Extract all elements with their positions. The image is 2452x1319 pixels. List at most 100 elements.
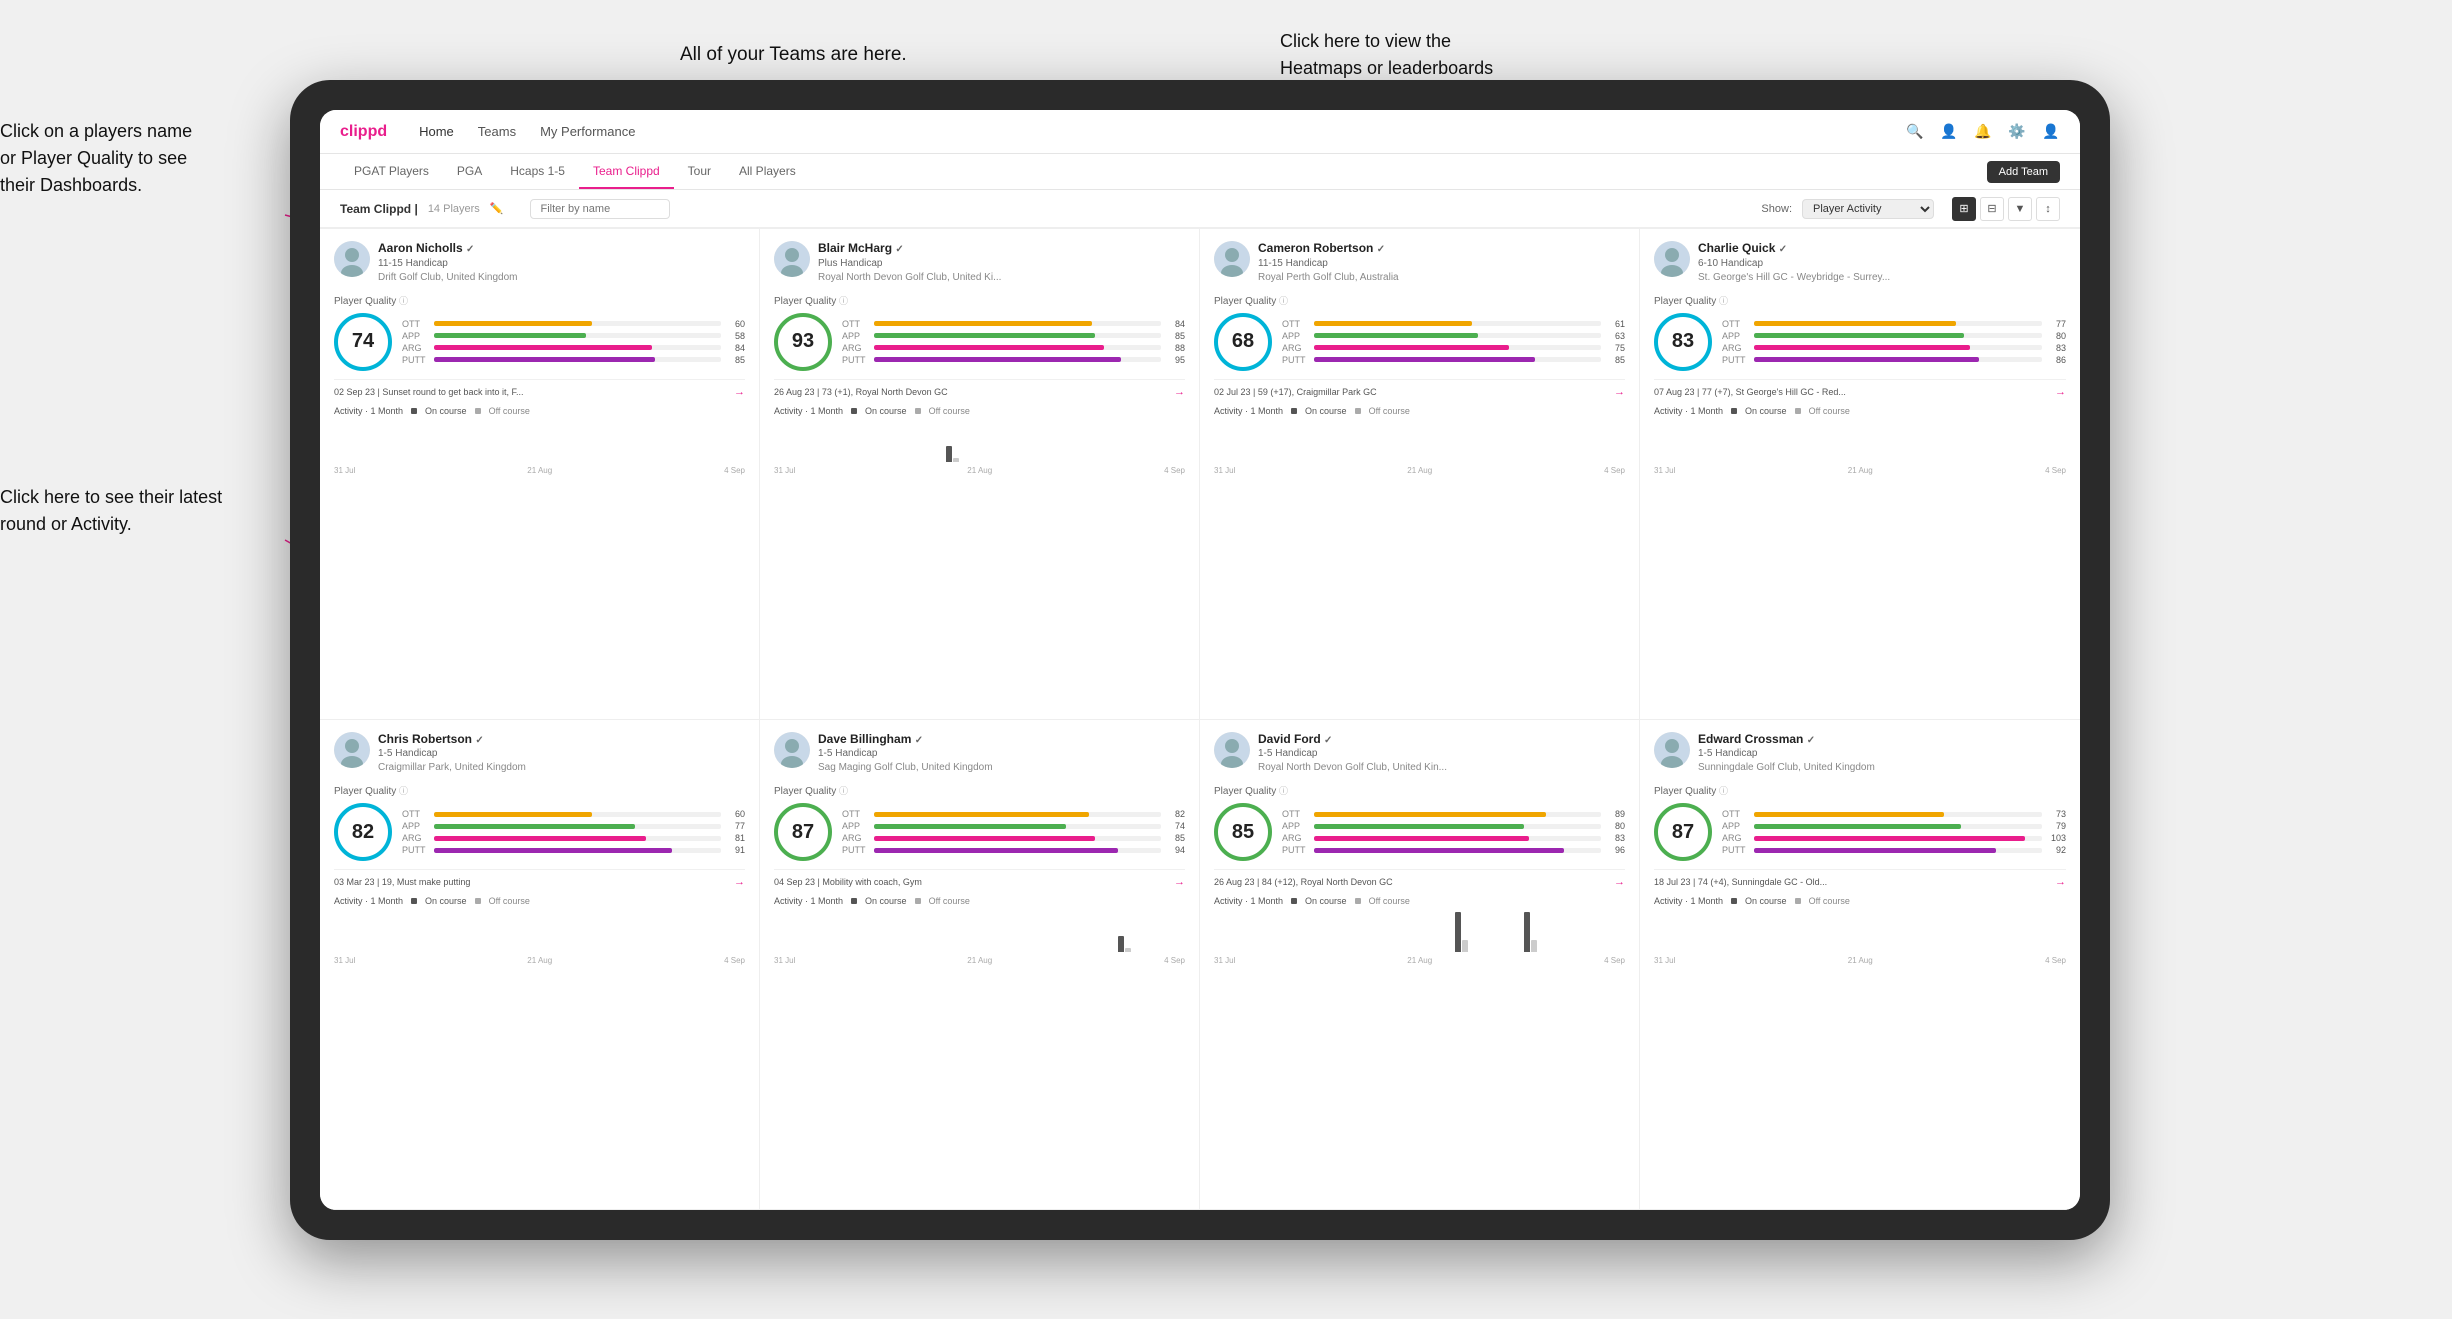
search-icon[interactable]: 🔍 bbox=[1906, 123, 1924, 141]
round-text: 18 Jul 23 | 74 (+4), Sunningdale GC - Ol… bbox=[1654, 877, 1827, 887]
quality-label: Player Quality ⓘ bbox=[1654, 294, 2066, 307]
arg-bar-container bbox=[874, 345, 1161, 350]
player-name[interactable]: Blair McHarg ✓ bbox=[818, 241, 1185, 257]
round-arrow-icon[interactable]: → bbox=[734, 386, 745, 398]
stat-row-arg: ARG 75 bbox=[1282, 343, 1625, 353]
show-select[interactable]: Player Activity Quality Score Trend bbox=[1802, 199, 1934, 219]
activity-label: Activity · 1 Month bbox=[1214, 896, 1283, 906]
player-card[interactable]: Chris Robertson ✓ 1-5 Handicap Craigmill… bbox=[320, 720, 760, 1211]
add-team-button[interactable]: Add Team bbox=[1987, 161, 2060, 183]
latest-round[interactable]: 02 Jul 23 | 59 (+17), Craigmillar Park G… bbox=[1214, 379, 1625, 398]
nav-icons: 🔍 👤 🔔 ⚙️ 👤 bbox=[1906, 123, 2060, 141]
player-name[interactable]: Cameron Robertson ✓ bbox=[1258, 241, 1625, 257]
quality-circle[interactable]: 87 bbox=[1654, 803, 1712, 861]
putt-bar-container bbox=[434, 357, 721, 362]
nav-home[interactable]: Home bbox=[419, 124, 454, 139]
latest-round[interactable]: 03 Mar 23 | 19, Must make putting → bbox=[334, 869, 745, 888]
edit-icon[interactable]: ✏️ bbox=[490, 202, 504, 215]
player-header: Chris Robertson ✓ 1-5 Handicap Craigmill… bbox=[334, 732, 745, 775]
on-course-dot bbox=[1291, 408, 1297, 414]
nav-performance[interactable]: My Performance bbox=[540, 124, 635, 139]
tab-all-players[interactable]: All Players bbox=[725, 154, 810, 189]
player-name[interactable]: Aaron Nicholls ✓ bbox=[378, 241, 745, 257]
player-card[interactable]: Edward Crossman ✓ 1-5 Handicap Sunningda… bbox=[1640, 720, 2080, 1211]
round-arrow-icon[interactable]: → bbox=[1174, 386, 1185, 398]
list-view-button[interactable]: ⊟ bbox=[1980, 197, 2004, 221]
quality-section[interactable]: 93 OTT 84 APP 85 ARG bbox=[774, 313, 1185, 371]
quality-circle[interactable]: 74 bbox=[334, 313, 392, 371]
quality-circle[interactable]: 83 bbox=[1654, 313, 1712, 371]
profile-icon[interactable]: 👤 bbox=[1940, 123, 1958, 141]
player-name[interactable]: Dave Billingham ✓ bbox=[818, 732, 1185, 748]
latest-round[interactable]: 07 Aug 23 | 77 (+7), St George's Hill GC… bbox=[1654, 379, 2066, 398]
round-arrow-icon[interactable]: → bbox=[2055, 876, 2066, 888]
latest-round[interactable]: 02 Sep 23 | Sunset round to get back int… bbox=[334, 379, 745, 398]
quality-circle[interactable]: 85 bbox=[1214, 803, 1272, 861]
quality-circle[interactable]: 87 bbox=[774, 803, 832, 861]
player-name[interactable]: Charlie Quick ✓ bbox=[1698, 241, 2066, 257]
quality-circle[interactable]: 68 bbox=[1214, 313, 1272, 371]
nav-logo: clippd bbox=[340, 123, 387, 141]
filter-input[interactable] bbox=[530, 199, 670, 219]
grid-view-button[interactable]: ⊞ bbox=[1952, 197, 1976, 221]
annotation-teams: All of your Teams are here. bbox=[680, 42, 907, 69]
round-arrow-icon[interactable]: → bbox=[1614, 386, 1625, 398]
player-card[interactable]: Aaron Nicholls ✓ 11-15 Handicap Drift Go… bbox=[320, 229, 760, 720]
player-name[interactable]: Edward Crossman ✓ bbox=[1698, 732, 2066, 748]
player-name[interactable]: Chris Robertson ✓ bbox=[378, 732, 745, 748]
chart-dates: 31 Jul 21 Aug 4 Sep bbox=[334, 466, 745, 475]
quality-section[interactable]: 74 OTT 60 APP 58 ARG bbox=[334, 313, 745, 371]
quality-circle[interactable]: 82 bbox=[334, 803, 392, 861]
avatar-icon[interactable]: 👤 bbox=[2042, 123, 2060, 141]
quality-section[interactable]: 87 OTT 73 APP 79 ARG bbox=[1654, 803, 2066, 861]
chart-bars bbox=[334, 420, 745, 464]
arg-value: 83 bbox=[2046, 343, 2066, 353]
tab-pgat[interactable]: PGAT Players bbox=[340, 154, 443, 189]
on-course-dot bbox=[851, 408, 857, 414]
round-arrow-icon[interactable]: → bbox=[734, 876, 745, 888]
quality-label: Player Quality ⓘ bbox=[774, 294, 1185, 307]
player-card[interactable]: Dave Billingham ✓ 1-5 Handicap Sag Magin… bbox=[760, 720, 1200, 1211]
nav-teams[interactable]: Teams bbox=[478, 124, 516, 139]
bell-icon[interactable]: 🔔 bbox=[1974, 123, 1992, 141]
quality-section[interactable]: 87 OTT 82 APP 74 ARG bbox=[774, 803, 1185, 861]
quality-circle[interactable]: 93 bbox=[774, 313, 832, 371]
chart-bars bbox=[774, 910, 1185, 954]
latest-round[interactable]: 26 Aug 23 | 73 (+1), Royal North Devon G… bbox=[774, 379, 1185, 398]
quality-section[interactable]: 82 OTT 60 APP 77 ARG bbox=[334, 803, 745, 861]
ott-label: OTT bbox=[1722, 809, 1750, 819]
ott-bar bbox=[1754, 321, 1956, 326]
settings-icon[interactable]: ⚙️ bbox=[2008, 123, 2026, 141]
quality-section[interactable]: 85 OTT 89 APP 80 ARG bbox=[1214, 803, 1625, 861]
round-arrow-icon[interactable]: → bbox=[1614, 876, 1625, 888]
latest-round[interactable]: 18 Jul 23 | 74 (+4), Sunningdale GC - Ol… bbox=[1654, 869, 2066, 888]
quality-label: Player Quality ⓘ bbox=[1654, 784, 2066, 797]
tab-pga[interactable]: PGA bbox=[443, 154, 496, 189]
arg-label: ARG bbox=[1282, 833, 1310, 843]
app-value: 63 bbox=[1605, 331, 1625, 341]
tab-tour[interactable]: Tour bbox=[674, 154, 725, 189]
round-arrow-icon[interactable]: → bbox=[2055, 386, 2066, 398]
player-handicap: 1-5 Handicap bbox=[818, 747, 1185, 761]
quality-section[interactable]: 83 OTT 77 APP 80 ARG bbox=[1654, 313, 2066, 371]
player-card[interactable]: Charlie Quick ✓ 6-10 Handicap St. George… bbox=[1640, 229, 2080, 720]
latest-round[interactable]: 26 Aug 23 | 84 (+12), Royal North Devon … bbox=[1214, 869, 1625, 888]
quality-section[interactable]: 68 OTT 61 APP 63 ARG bbox=[1214, 313, 1625, 371]
player-card[interactable]: Blair McHarg ✓ Plus Handicap Royal North… bbox=[760, 229, 1200, 720]
round-arrow-icon[interactable]: → bbox=[1174, 876, 1185, 888]
filter-button[interactable]: ▼ bbox=[2008, 197, 2032, 221]
tab-team-clippd[interactable]: Team Clippd bbox=[579, 154, 674, 189]
player-card[interactable]: David Ford ✓ 1-5 Handicap Royal North De… bbox=[1200, 720, 1640, 1211]
chart-dates: 31 Jul 21 Aug 4 Sep bbox=[1654, 466, 2066, 475]
tab-hcaps[interactable]: Hcaps 1-5 bbox=[496, 154, 579, 189]
activity-label: Activity · 1 Month bbox=[774, 406, 843, 416]
sort-button[interactable]: ↕ bbox=[2036, 197, 2060, 221]
player-handicap: 1-5 Handicap bbox=[1258, 747, 1625, 761]
player-name[interactable]: David Ford ✓ bbox=[1258, 732, 1625, 748]
activity-label: Activity · 1 Month bbox=[1654, 406, 1723, 416]
bar-group bbox=[946, 446, 978, 462]
player-club: Royal North Devon Golf Club, United Ki..… bbox=[818, 271, 1185, 284]
latest-round[interactable]: 04 Sep 23 | Mobility with coach, Gym → bbox=[774, 869, 1185, 888]
ott-label: OTT bbox=[842, 319, 870, 329]
player-card[interactable]: Cameron Robertson ✓ 11-15 Handicap Royal… bbox=[1200, 229, 1640, 720]
